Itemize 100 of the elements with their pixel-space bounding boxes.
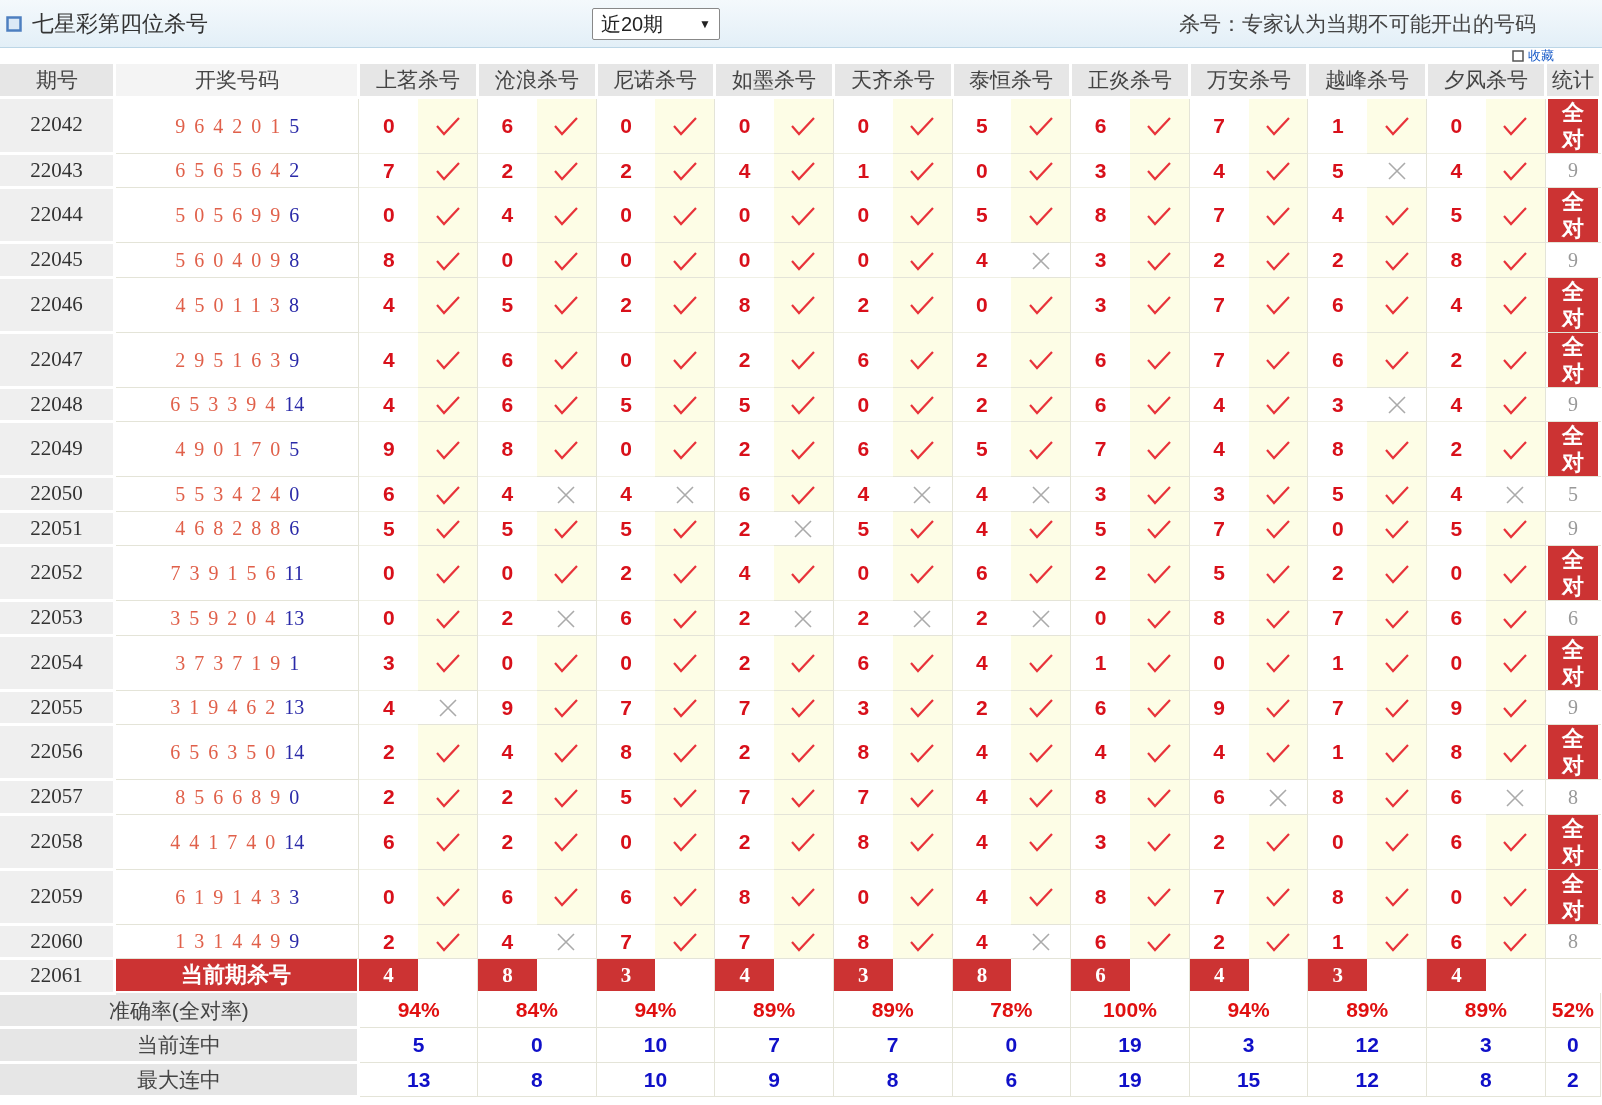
check-icon	[1027, 160, 1054, 182]
check-icon	[1502, 652, 1529, 675]
summary-value: 19	[1118, 1067, 1142, 1091]
kill-number: 2	[1189, 814, 1249, 869]
check-icon	[909, 831, 936, 854]
cross-icon	[793, 608, 814, 629]
kill-number: 4	[1189, 153, 1249, 188]
check-icon	[909, 394, 936, 416]
current-kill-number: 3	[833, 959, 893, 991]
check-icon	[909, 652, 936, 675]
cross-icon	[556, 484, 577, 505]
kill-number: 6	[1070, 97, 1130, 153]
hit-count: 9	[1567, 516, 1580, 542]
column-header: 如墨杀号	[714, 64, 834, 97]
kill-number: 0	[833, 869, 893, 924]
kill-number: 8	[1189, 600, 1249, 635]
check-icon	[434, 652, 461, 675]
check-icon	[1027, 652, 1054, 675]
kill-number: 0	[1189, 635, 1249, 690]
favorite-link[interactable]: 收藏	[1528, 48, 1554, 64]
check-icon	[434, 115, 461, 138]
kill-number: 2	[1070, 545, 1130, 601]
cross-icon	[1386, 395, 1407, 415]
kill-number: 4	[833, 476, 893, 511]
kill-number: 8	[1070, 779, 1130, 814]
kill-number: 1	[1070, 635, 1130, 690]
summary-value: 89%	[871, 998, 914, 1022]
period-cell: 22042	[0, 97, 115, 153]
check-icon	[671, 160, 698, 182]
check-icon	[1502, 931, 1529, 953]
kill-number: 2	[477, 779, 537, 814]
summary-value: 8	[1480, 1067, 1492, 1091]
period-cell: 22056	[0, 724, 115, 780]
check-icon	[1383, 115, 1410, 138]
check-icon	[1265, 886, 1291, 909]
check-icon	[909, 294, 936, 317]
kill-number: 6	[477, 869, 537, 924]
check-icon	[553, 115, 580, 138]
check-icon	[434, 931, 461, 953]
cross-icon	[556, 932, 577, 952]
check-icon	[671, 518, 698, 540]
kill-number: 0	[1070, 600, 1130, 635]
kill-number: 6	[1426, 924, 1486, 959]
draw-numbers: 441740 14	[114, 814, 359, 869]
check-icon	[1502, 349, 1529, 372]
all-correct-badge: 全对	[1547, 332, 1598, 387]
all-correct-badge: 全对	[1547, 546, 1598, 600]
kill-number: 4	[1426, 387, 1486, 422]
kill-number: 6	[1426, 814, 1486, 869]
summary-value: 89%	[1464, 998, 1507, 1022]
kill-number: 0	[477, 635, 537, 690]
check-icon	[790, 160, 817, 182]
kill-number: 6	[1189, 779, 1249, 814]
summary-value: 52%	[1551, 998, 1594, 1022]
kill-number: 7	[1189, 277, 1249, 332]
kill-number: 5	[833, 511, 893, 546]
kill-number: 4	[1189, 387, 1249, 422]
hit-count: 6	[1567, 605, 1580, 631]
check-icon	[1502, 294, 1529, 317]
kill-number: 6	[1426, 779, 1486, 814]
period-cell: 22061	[0, 958, 115, 993]
hit-count: 9	[1567, 695, 1580, 721]
draw-numbers: 656564 2	[114, 153, 359, 188]
period-cell: 22058	[0, 814, 115, 869]
kill-number: 2	[477, 600, 537, 635]
draw-numbers: 450113 8	[114, 277, 359, 332]
check-icon	[1146, 349, 1173, 372]
column-header: 期号	[0, 64, 115, 97]
period-cell: 22054	[0, 635, 115, 690]
check-icon	[1265, 697, 1291, 719]
kill-number: 4	[477, 924, 537, 959]
check-icon	[1502, 518, 1529, 540]
draw-numbers: 373719 1	[114, 635, 359, 690]
kill-number: 6	[477, 332, 537, 387]
summary-value: 2	[1566, 1067, 1579, 1091]
check-icon	[671, 886, 698, 909]
check-icon	[553, 652, 580, 675]
cross-icon	[1505, 787, 1526, 808]
kill-number: 5	[1189, 545, 1249, 601]
hit-count: 5	[1567, 481, 1580, 507]
check-icon	[1027, 349, 1054, 372]
check-icon	[1146, 931, 1173, 953]
summary-value: 7	[886, 1033, 899, 1056]
column-header: 上茗杀号	[358, 64, 478, 97]
checkbox-icon[interactable]	[1512, 50, 1524, 62]
kill-number: 0	[1426, 869, 1486, 924]
kill-number: 6	[1426, 600, 1486, 635]
period-select[interactable]: 近20期 ▼	[592, 7, 720, 40]
kill-number: 7	[1189, 97, 1249, 153]
kill-number: 4	[1189, 724, 1249, 780]
draw-numbers: 131449 9	[114, 924, 359, 959]
check-icon	[1146, 886, 1173, 909]
check-icon	[790, 697, 817, 719]
draw-numbers: 505699 6	[114, 187, 359, 243]
check-icon	[553, 394, 580, 416]
check-icon	[434, 294, 461, 317]
check-icon	[1383, 349, 1410, 372]
kill-number: 0	[833, 97, 893, 153]
kill-number: 3	[1189, 476, 1249, 511]
current-kill-number: 4	[715, 959, 775, 991]
